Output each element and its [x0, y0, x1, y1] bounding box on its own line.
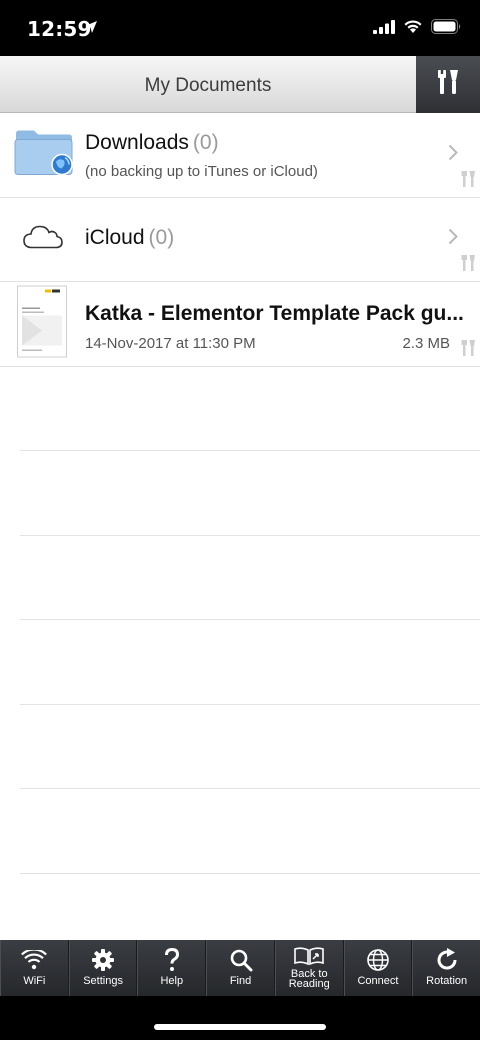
toolbar-settings-label: Settings [83, 975, 123, 987]
toolbar-settings-button[interactable]: Settings [68, 940, 138, 996]
empty-row [20, 536, 480, 620]
empty-row [20, 789, 480, 874]
icloud-count: (0) [148, 225, 175, 249]
wifi-icon [21, 948, 48, 972]
downloads-label: Downloads [85, 131, 189, 154]
document-thumbnail-icon [17, 285, 67, 362]
document-date: 14-Nov-2017 at 11:30 PM [85, 335, 256, 352]
battery-icon [431, 19, 462, 39]
bottom-toolbar: WiFi Settings Help Find Back to Reading … [0, 940, 480, 996]
row-tools-icon[interactable] [460, 254, 476, 277]
home-indicator[interactable] [154, 1024, 326, 1030]
question-icon [164, 948, 180, 972]
toolbar-find-label: Find [229, 975, 252, 987]
toolbar-help-button[interactable]: Help [137, 940, 207, 996]
icloud-label: iCloud [85, 225, 145, 249]
wifi-status-icon [403, 19, 423, 39]
search-icon [229, 948, 253, 972]
row-tools-icon[interactable] [460, 339, 476, 362]
list-item-downloads[interactable]: Downloads (0) (no backing up to iTunes or… [0, 113, 480, 198]
globe-icon [366, 948, 390, 972]
toolbar-wifi-label: WiFi [23, 975, 46, 987]
document-size: 2.3 MB [402, 335, 450, 352]
downloads-subtitle: (no backing up to iTunes or iCloud) [85, 163, 318, 180]
chevron-right-icon [448, 228, 458, 250]
tools-icon [436, 69, 460, 100]
book-icon [293, 945, 325, 967]
row-tools-icon[interactable] [460, 170, 476, 193]
toolbar-wifi-button[interactable]: WiFi [0, 940, 69, 996]
empty-row [20, 620, 480, 705]
toolbar-help-label: Help [160, 975, 184, 987]
cloud-icon [22, 224, 64, 255]
navigation-bar: My Documents [0, 56, 480, 113]
status-bar: 12:59 [0, 0, 480, 56]
downloads-count: (0) [192, 131, 219, 154]
toolbar-connect-label: Connect [357, 975, 399, 987]
tools-button[interactable] [416, 56, 480, 113]
status-indicators [373, 19, 462, 39]
icloud-title: iCloud (0) [85, 226, 174, 250]
home-indicator-area [0, 996, 480, 1040]
list-item-document[interactable]: Katka - Elementor Template Pack gu... 14… [0, 282, 480, 367]
empty-row [20, 705, 480, 789]
empty-row [20, 367, 480, 451]
document-title: Katka - Elementor Template Pack gu... [85, 302, 464, 325]
toolbar-back-to-reading-button[interactable]: Back to Reading [274, 940, 344, 996]
page-title: My Documents [144, 75, 272, 96]
folder-globe-icon [14, 127, 74, 182]
toolbar-find-button[interactable]: Find [206, 940, 275, 996]
chevron-right-icon [448, 144, 458, 166]
toolbar-connect-button[interactable]: Connect [343, 940, 413, 996]
status-time: 12:59 [27, 17, 92, 41]
toolbar-back-to-reading-label: Back to Reading [288, 968, 330, 990]
document-list: Downloads (0) (no backing up to iTunes or… [0, 113, 480, 874]
toolbar-rotation-label: Rotation [426, 975, 468, 987]
gear-icon [92, 948, 115, 972]
rotate-icon [435, 948, 459, 972]
empty-row [20, 451, 480, 536]
location-arrow-icon [84, 20, 98, 39]
signal-icon [373, 19, 395, 39]
downloads-title: Downloads (0) [85, 131, 219, 155]
toolbar-rotation-button[interactable]: Rotation [412, 940, 480, 996]
list-item-icloud[interactable]: iCloud (0) [0, 198, 480, 282]
